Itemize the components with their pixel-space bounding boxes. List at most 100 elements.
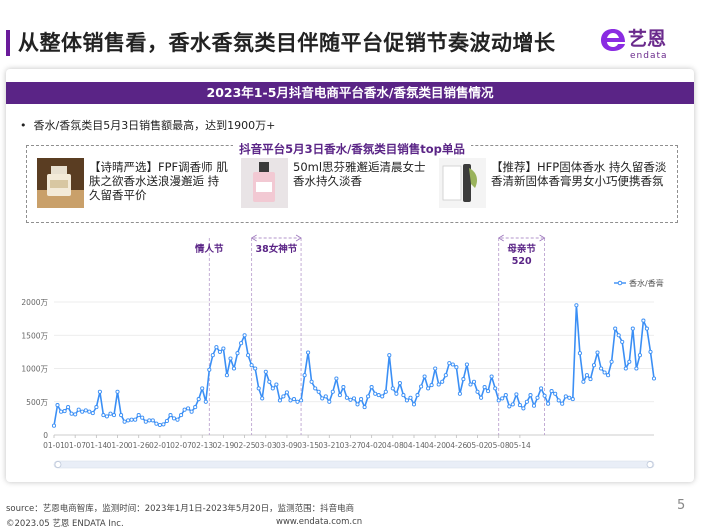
data-point [168, 413, 173, 418]
x-tick-label: 04-08 [382, 441, 404, 450]
series-line [53, 304, 655, 426]
data-point [535, 395, 540, 400]
data-point [101, 413, 106, 418]
data-point [351, 396, 357, 401]
data-point [284, 390, 289, 395]
y-tick-label: 1500万 [21, 331, 48, 340]
x-tick-label: 04-14 [403, 441, 425, 450]
data-point [531, 403, 537, 408]
y-tick-label: 500万 [26, 398, 48, 407]
data-point [154, 421, 159, 426]
data-point [337, 393, 342, 398]
data-point [411, 402, 417, 407]
data-point [51, 423, 57, 428]
product-1-text: 【诗晴严选】FPF调香师 肌肤之欲香水送浪漫邂逅 持久留香平价 [89, 160, 228, 202]
data-point [62, 409, 67, 414]
data-point [355, 402, 360, 407]
data-point [309, 379, 314, 384]
data-point [143, 419, 148, 424]
data-point [157, 422, 162, 428]
chart-zoom-slider [53, 460, 655, 469]
x-tick-label: 03-15 [297, 441, 319, 450]
zoom-handle-right [646, 461, 654, 468]
data-point [468, 382, 473, 387]
data-point [150, 418, 155, 423]
data-point [316, 389, 321, 394]
data-point [140, 415, 145, 420]
data-point [302, 373, 307, 378]
data-point [108, 411, 113, 416]
data-point [609, 359, 614, 364]
footer-url[interactable]: www.endata.com.cn [276, 517, 362, 527]
data-point [369, 385, 374, 390]
x-tick-label: 02-13 [191, 441, 213, 450]
data-point [496, 398, 501, 403]
data-point [291, 397, 297, 402]
data-point [111, 413, 117, 418]
x-tick-label: 03-09 [276, 441, 298, 450]
top-products-title: 抖音平台5月3日香水/香氛类目销售top单品 [27, 138, 677, 157]
data-point [228, 356, 233, 361]
data-point [104, 414, 109, 419]
data-point [588, 377, 593, 382]
data-point [73, 412, 78, 417]
x-tick-label: 02-25 [234, 441, 256, 450]
data-point [630, 326, 635, 331]
data-point [235, 351, 240, 356]
data-point [164, 418, 169, 424]
product-card-3[interactable]: 【推荐】HFP固体香水 持久留香淡香清新固体香膏男女小巧便携香氛 [439, 158, 675, 214]
data-point [362, 405, 367, 410]
data-point [242, 333, 247, 338]
product-card-1[interactable]: 【诗晴严选】FPF调香师 肌肤之欲香水送浪漫邂逅 持久留香平价 [37, 158, 237, 214]
data-point [648, 349, 653, 354]
data-point [383, 389, 388, 394]
data-point [129, 417, 134, 422]
data-point [380, 394, 385, 399]
data-point [239, 341, 244, 346]
data-point [182, 407, 187, 412]
data-point [471, 379, 477, 384]
data-point [189, 409, 194, 414]
data-point [556, 398, 561, 403]
x-tick-label: 01-26 [128, 441, 150, 450]
data-point [207, 367, 212, 372]
data-point [595, 350, 600, 355]
data-point [203, 399, 208, 404]
data-point [422, 374, 427, 379]
data-point [246, 353, 251, 358]
x-tick-label: 03-21 [318, 441, 340, 450]
data-point [581, 379, 586, 384]
data-point [549, 389, 554, 394]
data-point [161, 422, 166, 427]
data-point [577, 351, 582, 356]
y-tick-label: 0 [43, 431, 48, 440]
data-point [433, 366, 438, 371]
data-point [620, 339, 625, 344]
data-point [210, 353, 215, 358]
data-point [613, 326, 618, 331]
data-point [217, 349, 222, 354]
data-point [454, 365, 459, 370]
x-tick-label: 01-20 [107, 441, 129, 450]
data-point [493, 386, 498, 391]
data-point [546, 401, 551, 406]
data-point [66, 405, 71, 410]
product-card-2[interactable]: 50ml思芬雅邂逅清晨女士香水持久淡香 [241, 158, 451, 214]
summary-bullet: • 香水/香氛类目5月3日销售额最高，达到1900万+ [20, 119, 276, 132]
data-point [221, 346, 226, 351]
data-point [627, 359, 632, 364]
data-point [55, 403, 60, 408]
data-point [482, 385, 487, 390]
data-point [90, 411, 95, 416]
data-point [94, 405, 99, 410]
content-card: 2023年1-5月抖音电商平台香水/香氛类目销售情况 • 香水/香氛类目5月3日… [6, 69, 694, 482]
data-point [175, 417, 180, 422]
zoom-handle-left [54, 461, 62, 468]
data-point [214, 345, 219, 350]
data-point [59, 409, 64, 414]
data-point [231, 366, 237, 371]
footer-source: source：艺恩电商智库，监测时间：2023年1月1日-2023年5月20日，… [6, 504, 355, 514]
x-tick-label: 04-20 [424, 441, 446, 450]
data-point [313, 386, 318, 391]
data-point [327, 399, 332, 404]
